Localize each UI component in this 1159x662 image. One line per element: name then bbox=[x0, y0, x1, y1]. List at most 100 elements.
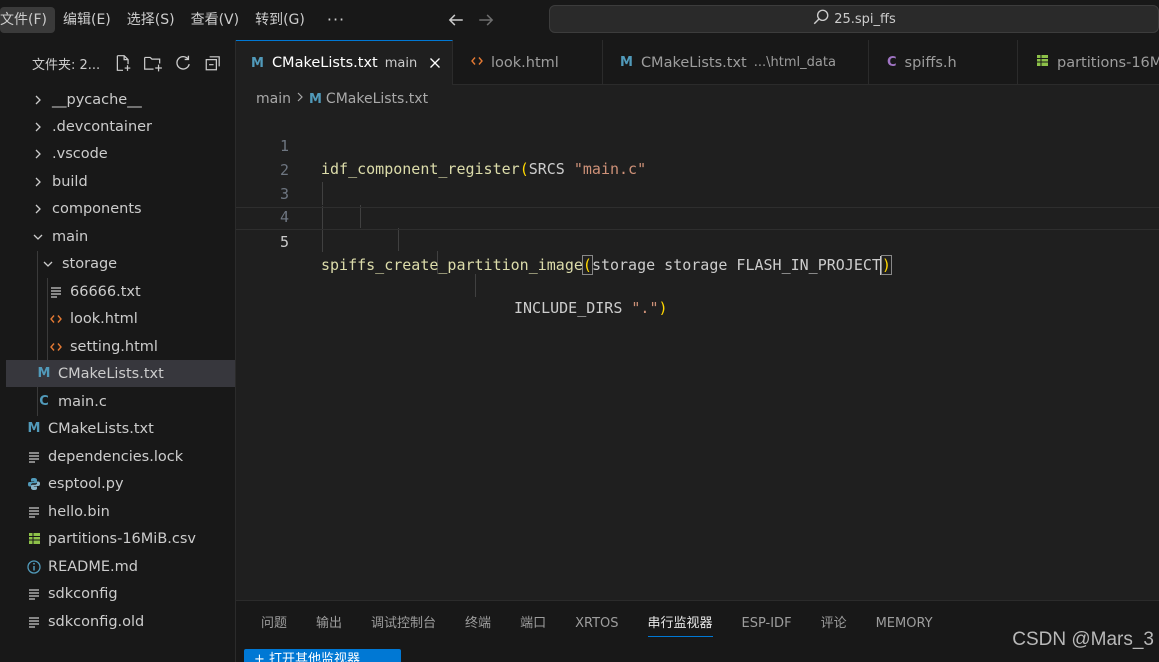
tab-cmakelists-main[interactable]: M CMakeLists.txt main bbox=[236, 40, 453, 85]
tree-file-main-cmakelists[interactable]: M CMakeLists.txt bbox=[6, 360, 235, 387]
panel-tab-comments[interactable]: 评论 bbox=[821, 613, 847, 637]
indent-guide bbox=[322, 229, 323, 252]
text-file-icon bbox=[26, 588, 42, 600]
tree-item-label: components bbox=[52, 200, 142, 217]
editor-tab-bar: M CMakeLists.txt main look.html M CMakeL… bbox=[236, 40, 1159, 85]
panel-tab-xrtos[interactable]: XRTOS bbox=[575, 613, 618, 637]
new-folder-icon[interactable] bbox=[142, 52, 164, 74]
html-file-icon bbox=[48, 313, 64, 325]
panel-tab-memory[interactable]: MEMORY bbox=[876, 613, 933, 637]
tree-file-sdkconfig-old[interactable]: sdkconfig.old bbox=[6, 608, 235, 635]
chevron-right-icon bbox=[30, 146, 46, 162]
menu-file[interactable]: 文件(F) bbox=[0, 7, 55, 33]
panel-tab-serial-monitor[interactable]: 串行监视器 bbox=[647, 613, 713, 637]
c-header-file-icon: C bbox=[887, 55, 897, 70]
chevron-right-icon bbox=[30, 201, 46, 217]
collapse-all-icon[interactable] bbox=[202, 52, 224, 74]
tree-item-label: CMakeLists.txt bbox=[48, 420, 154, 437]
title-bar: 文件(F) 编辑(E) 选择(S) 查看(V) 转到(G) ··· 25.spi… bbox=[0, 0, 1159, 40]
tree-folder-devcontainer[interactable]: .devcontainer bbox=[6, 113, 235, 140]
panel-tab-terminal[interactable]: 终端 bbox=[465, 613, 491, 637]
breadcrumb-file[interactable]: CMakeLists.txt bbox=[326, 91, 428, 107]
tree-file-root-cmakelists[interactable]: M CMakeLists.txt bbox=[6, 415, 235, 442]
tab-label: partitions-16M bbox=[1057, 54, 1159, 71]
tab-partitions-csv[interactable]: partitions-16M bbox=[1018, 40, 1159, 85]
command-center-search[interactable]: 25.spi_ffs bbox=[549, 5, 1159, 33]
panel-tab-problems[interactable]: 问题 bbox=[261, 613, 287, 637]
tree-item-label: main bbox=[52, 228, 89, 245]
tab-label: spiffs.h bbox=[904, 54, 957, 71]
panel-tabs: 问题 输出 调试控制台 终端 端口 XRTOS 串行监视器 ESP-IDF 评论… bbox=[261, 613, 962, 637]
tree-item-label: look.html bbox=[70, 310, 138, 327]
tree-folder-storage[interactable]: storage bbox=[6, 250, 235, 277]
chevron-right-icon bbox=[30, 92, 46, 108]
tab-spiffs-h[interactable]: C spiffs.h bbox=[869, 40, 1018, 85]
panel-tab-ports[interactable]: 端口 bbox=[520, 613, 546, 637]
cmake-file-icon: M bbox=[620, 55, 633, 70]
tree-item-label: setting.html bbox=[70, 338, 158, 355]
tree-file-66666-txt[interactable]: 66666.txt bbox=[6, 278, 235, 305]
tree-file-esptool-py[interactable]: esptool.py bbox=[6, 470, 235, 497]
breadcrumb-folder[interactable]: main bbox=[256, 91, 291, 107]
watermark: CSDN @Mars_3 bbox=[1012, 629, 1154, 650]
tree-item-label: partitions-16MiB.csv bbox=[48, 530, 196, 547]
chevron-down-icon bbox=[40, 256, 56, 272]
tree-file-setting-html[interactable]: setting.html bbox=[6, 333, 235, 360]
refresh-icon[interactable] bbox=[172, 52, 194, 74]
breadcrumb: main M CMakeLists.txt bbox=[256, 88, 428, 110]
tree-file-main-c[interactable]: C main.c bbox=[6, 388, 235, 415]
new-file-icon[interactable] bbox=[112, 52, 134, 74]
c-file-icon: C bbox=[39, 394, 49, 409]
code-line: 1 idf_component_register(SRCS "main.c" bbox=[236, 112, 1159, 178]
menu-edit[interactable]: 编辑(E) bbox=[55, 7, 119, 33]
panel-tab-debug-console[interactable]: 调试控制台 bbox=[371, 613, 436, 637]
tab-label: look.html bbox=[491, 54, 559, 71]
tree-folder-vscode[interactable]: .vscode bbox=[6, 140, 235, 167]
info-icon bbox=[26, 559, 42, 574]
indent-guide bbox=[475, 274, 476, 297]
code-token-bracket: ( bbox=[581, 255, 593, 275]
chevron-right-icon bbox=[30, 119, 46, 135]
tab-look-html[interactable]: look.html bbox=[453, 40, 603, 85]
open-monitor-button[interactable]: + 打开其他监视器 bbox=[244, 649, 401, 662]
forward-arrow-icon[interactable] bbox=[473, 7, 499, 33]
html-file-icon bbox=[471, 55, 483, 71]
tree-file-sdkconfig[interactable]: sdkconfig bbox=[6, 580, 235, 607]
code-line-current: 5 spiffs_create_partition_image(storage … bbox=[236, 207, 1159, 275]
menu-selection[interactable]: 选择(S) bbox=[119, 7, 183, 33]
code-token-bracket: ) bbox=[880, 255, 892, 275]
tab-cmakelists-html-data[interactable]: M CMakeLists.txt ...\html_data bbox=[603, 40, 869, 85]
tree-file-dependencies-lock[interactable]: dependencies.lock bbox=[6, 443, 235, 470]
back-arrow-icon[interactable] bbox=[443, 7, 469, 33]
explorer-title: 文件夹: 2... bbox=[32, 57, 101, 73]
tree-file-hello-bin[interactable]: hello.bin bbox=[6, 498, 235, 525]
tree-item-label: sdkconfig bbox=[48, 585, 118, 602]
tree-folder-build[interactable]: build bbox=[6, 168, 235, 195]
close-icon[interactable] bbox=[427, 55, 443, 71]
explorer-header: 文件夹: 2... bbox=[0, 40, 235, 86]
tree-item-label: main.c bbox=[58, 393, 107, 410]
cmake-file-icon: M bbox=[27, 421, 41, 436]
tree-item-label: storage bbox=[62, 255, 118, 272]
python-file-icon bbox=[26, 477, 42, 491]
tree-item-label: .devcontainer bbox=[52, 118, 153, 135]
tree-folder-pycache[interactable]: __pycache__ bbox=[6, 86, 235, 113]
text-file-icon bbox=[26, 506, 42, 518]
menu-view[interactable]: 查看(V) bbox=[183, 7, 248, 33]
tree-file-look-html[interactable]: look.html bbox=[6, 305, 235, 332]
tree-folder-components[interactable]: components bbox=[6, 195, 235, 222]
tree-folder-main[interactable]: main bbox=[6, 223, 235, 250]
tree-file-partitions-csv[interactable]: partitions-16MiB.csv bbox=[6, 525, 235, 552]
menu-more[interactable]: ··· bbox=[313, 7, 357, 33]
panel-tab-output[interactable]: 输出 bbox=[316, 613, 342, 637]
panel-tab-esp-idf[interactable]: ESP-IDF bbox=[742, 613, 792, 637]
line-number: 5 bbox=[279, 233, 289, 251]
tree-item-label: hello.bin bbox=[48, 503, 110, 520]
tree-item-label: 66666.txt bbox=[70, 283, 141, 300]
tree-file-readme[interactable]: README.md bbox=[6, 553, 235, 580]
code-editor[interactable]: 1 idf_component_register(SRCS "main.c" 2… bbox=[236, 110, 1159, 600]
menu-goto[interactable]: 转到(G) bbox=[247, 7, 313, 33]
tree-item-label: dependencies.lock bbox=[48, 448, 184, 465]
code-token-function: spiffs_create_partition_image bbox=[321, 256, 583, 274]
csv-file-icon bbox=[1036, 54, 1049, 71]
